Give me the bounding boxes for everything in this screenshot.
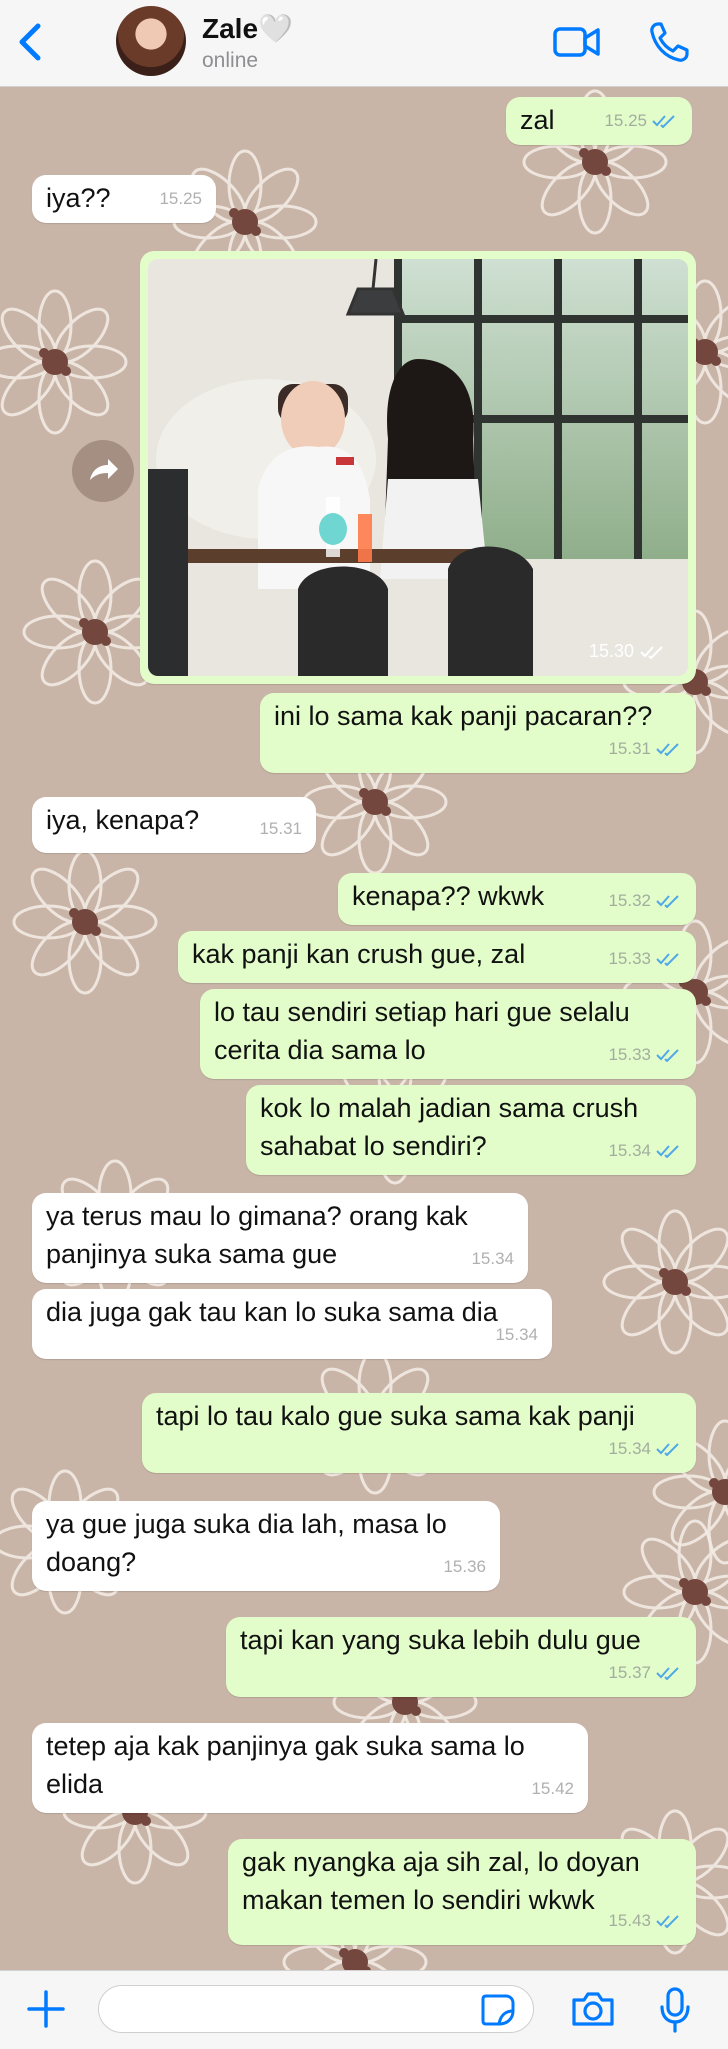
message-timestamp: 15.37: [608, 1654, 682, 1692]
chat-area[interactable]: 15.30 zal 15.25 iya?? 15.25 ini lo sama kak …: [0, 87, 728, 1970]
read-ticks-icon: [656, 953, 679, 966]
read-ticks-icon: [652, 115, 675, 128]
avatar[interactable]: [116, 6, 186, 76]
message-time: 15.33: [608, 949, 651, 968]
message-timestamp: 15.42: [531, 1770, 574, 1808]
read-ticks-icon: [640, 645, 663, 659]
message-timestamp: 15.25: [159, 180, 202, 218]
message-timestamp: 15.33: [608, 1036, 682, 1074]
message-time: 15.37: [608, 1663, 651, 1682]
message-time: 15.34: [495, 1325, 538, 1344]
message-text: ya gue juga suka dia lah, masa lo doang?: [46, 1509, 447, 1577]
outgoing-message-bubble[interactable]: kok lo malah jadian sama crush sahabat l…: [246, 1085, 696, 1175]
message-time: 15.43: [608, 1911, 651, 1930]
back-arrow-icon[interactable]: [14, 20, 48, 64]
message-text: tetep aja kak panjinya gak suka sama lo …: [46, 1731, 525, 1799]
phone-call-icon[interactable]: [648, 20, 690, 64]
photo-message[interactable]: 15.30: [140, 251, 696, 684]
wallpaper-flower: [12, 849, 158, 995]
incoming-message-bubble[interactable]: iya?? 15.25: [32, 175, 216, 223]
message-timestamp: 15.34: [608, 1132, 682, 1170]
forward-button[interactable]: [72, 440, 134, 502]
message-timestamp: 15.43: [608, 1902, 682, 1940]
read-ticks-icon: [656, 1915, 679, 1928]
message-time: 15.32: [608, 891, 651, 910]
camera-icon[interactable]: [570, 1989, 616, 2029]
message-text: ya terus mau lo gimana? orang kak panjin…: [46, 1201, 468, 1269]
read-ticks-icon: [656, 1667, 679, 1680]
read-ticks-icon: [656, 1145, 679, 1158]
message-timestamp: 15.31: [608, 730, 682, 768]
outgoing-message-bubble[interactable]: kak panji kan crush gue, zal 15.33: [178, 931, 696, 983]
plus-icon[interactable]: [26, 1989, 66, 2029]
message-text: dia juga gak tau kan lo suka sama dia: [46, 1297, 498, 1327]
read-ticks-icon: [656, 1443, 679, 1456]
contact-status: online: [202, 49, 259, 72]
message-time: 15.33: [608, 1045, 651, 1064]
photo-image[interactable]: 15.30: [148, 259, 688, 676]
read-ticks-icon: [656, 895, 679, 908]
message-time: 15.31: [608, 739, 651, 758]
message-timestamp: 15.34: [608, 1430, 682, 1468]
incoming-message-bubble[interactable]: dia juga gak tau kan lo suka sama dia 15.…: [32, 1289, 552, 1359]
message-timestamp: 15.31: [259, 810, 302, 848]
outgoing-message-bubble[interactable]: zal 15.25: [506, 97, 692, 145]
outgoing-message-bubble[interactable]: tapi lo tau kalo gue suka sama kak panji…: [142, 1393, 696, 1473]
incoming-message-bubble[interactable]: tetep aja kak panjinya gak suka sama lo …: [32, 1723, 588, 1813]
sticker-icon[interactable]: [480, 1993, 516, 2027]
outgoing-message-bubble[interactable]: kenapa?? wkwk 15.32: [338, 873, 696, 925]
incoming-message-bubble[interactable]: ya terus mau lo gimana? orang kak panjin…: [32, 1193, 528, 1283]
wallpaper-flower: [602, 1209, 728, 1355]
input-bar: [0, 1970, 728, 2049]
message-timestamp: 15.36: [443, 1548, 486, 1586]
message-time: 15.34: [608, 1141, 651, 1160]
chat-header: Zale🤍 online: [0, 0, 728, 87]
outgoing-message-bubble[interactable]: lo tau sendiri setiap hari gue selalu ce…: [200, 989, 696, 1079]
message-timestamp: 15.25: [604, 102, 678, 140]
outgoing-message-bubble[interactable]: tapi kan yang suka lebih dulu gue 15.37: [226, 1617, 696, 1697]
wallpaper-flower: [0, 289, 128, 435]
message-timestamp: 15.32: [608, 882, 682, 920]
message-time: 15.25: [159, 189, 202, 208]
read-ticks-icon: [656, 743, 679, 756]
message-time: 15.31: [259, 819, 302, 838]
incoming-message-bubble[interactable]: iya, kenapa? 15.31: [32, 797, 316, 853]
message-time: 15.25: [604, 111, 647, 130]
message-text: kak panji kan crush gue, zal: [192, 939, 526, 969]
read-ticks-icon: [656, 1049, 679, 1062]
message-timestamp: 15.34: [471, 1240, 514, 1278]
message-timestamp: 15.34: [495, 1316, 538, 1354]
message-input[interactable]: [98, 1985, 534, 2033]
outgoing-message-bubble[interactable]: gak nyangka aja sih zal, lo doyan makan …: [228, 1839, 696, 1945]
message-time: 15.42: [531, 1779, 574, 1798]
photo-timestamp: 15.30: [589, 641, 666, 662]
outgoing-message-bubble[interactable]: ini lo sama kak panji pacaran?? 15.31: [260, 693, 696, 773]
message-timestamp: 15.33: [608, 940, 682, 978]
video-call-icon[interactable]: [552, 22, 602, 62]
incoming-message-bubble[interactable]: ya gue juga suka dia lah, masa lo doang?…: [32, 1501, 500, 1591]
message-text: tapi lo tau kalo gue suka sama kak panji: [156, 1401, 635, 1431]
contact-name[interactable]: Zale🤍: [202, 12, 293, 45]
forward-icon: [90, 459, 118, 480]
microphone-icon[interactable]: [660, 1987, 690, 2033]
message-time: 15.34: [471, 1249, 514, 1268]
message-time: 15.34: [608, 1439, 651, 1458]
message-time: 15.36: [443, 1557, 486, 1576]
